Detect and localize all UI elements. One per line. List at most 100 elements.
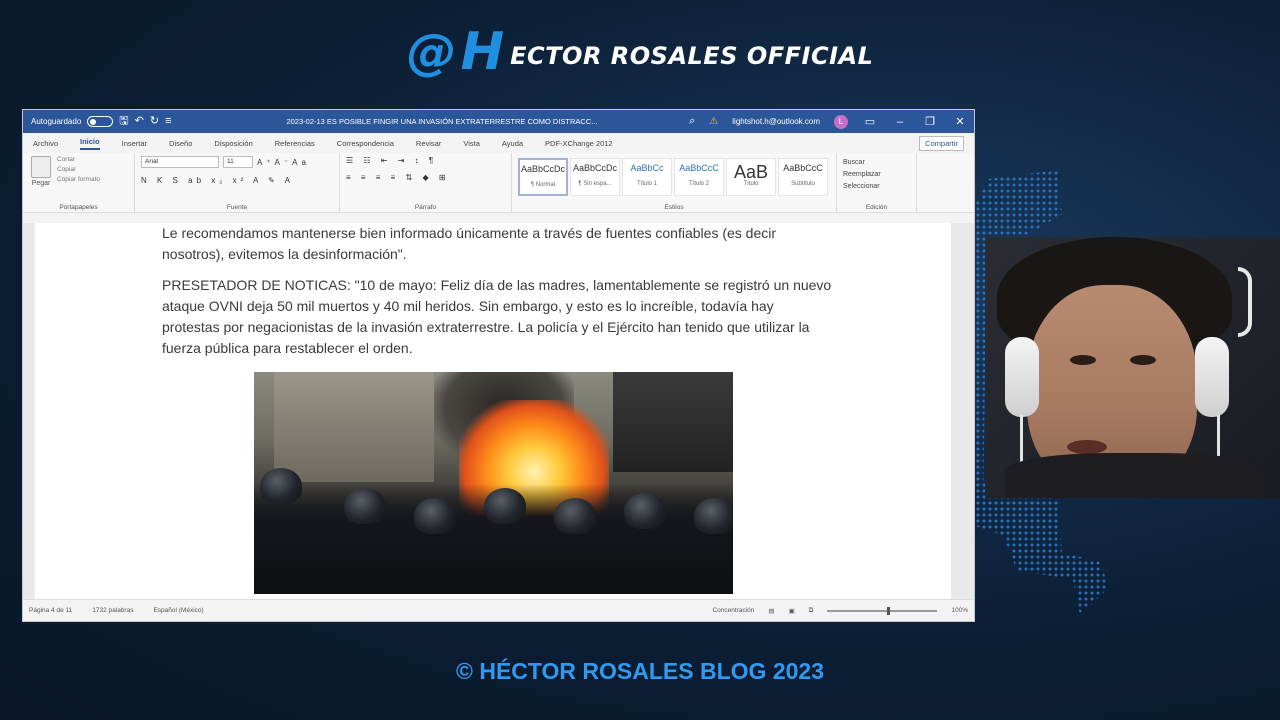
tab-pdf-xchange[interactable]: PDF-XChange 2012 <box>545 139 613 148</box>
tab-revisar[interactable]: Revisar <box>416 139 441 148</box>
find-button[interactable]: Buscar <box>843 159 910 166</box>
zoom-level[interactable]: 100% <box>951 607 968 614</box>
editing-group-label: Edición <box>865 204 888 211</box>
style-no-spacing[interactable]: AaBbCcDc ¶ Sin espa... <box>570 158 620 196</box>
font-group-label: Fuente <box>226 204 248 211</box>
tab-correspondencia[interactable]: Correspondencia <box>337 139 394 148</box>
align-buttons-icon[interactable]: ≡ ≡ ≡ ≡ ⇅ ◆ ⊞ <box>346 173 505 182</box>
ribbon-tabs: Archivo Inicio Insertar Diseño Disposici… <box>23 133 974 153</box>
style-sample: AaBbCcC <box>679 163 719 173</box>
headphone-left-icon <box>1005 337 1039 417</box>
presenter-mouth <box>1067 440 1107 454</box>
style-sample: AaBbCcDc <box>572 163 617 173</box>
helmet-icon <box>694 498 733 534</box>
document-area[interactable]: Le recomendamos mantenerse bien informad… <box>23 223 974 599</box>
paste-label: Pegar <box>31 180 51 187</box>
tab-referencias[interactable]: Referencias <box>275 139 315 148</box>
style-heading-2[interactable]: AaBbCcC Título 2 <box>674 158 724 196</box>
document-paragraph-1[interactable]: Le recomendamos mantenerse bien informad… <box>162 223 832 265</box>
style-normal[interactable]: AaBbCcDc ¶ Normal <box>518 158 568 196</box>
font-group: Arial 11 A⁺A⁻Aa N K S ab x₂ x² A ✎ A Fue… <box>135 153 340 212</box>
page-count[interactable]: Página 4 de 11 <box>29 607 72 614</box>
redo-icon[interactable]: ↻ <box>150 116 159 127</box>
helmet-icon <box>344 488 386 524</box>
focus-mode-button[interactable]: Concentración <box>712 607 754 614</box>
photo-building <box>274 372 434 482</box>
style-sample: AaB <box>733 162 769 182</box>
font-format-buttons-icon[interactable]: N K S ab x₂ x² A ✎ A <box>141 176 333 185</box>
style-heading-1[interactable]: AaBbCc Título 1 <box>622 158 672 196</box>
word-count[interactable]: 1732 palabras <box>92 607 133 614</box>
style-title[interactable]: AaB Título <box>726 158 776 196</box>
close-button[interactable]: ✕ <box>952 115 968 128</box>
status-bar: Página 4 de 11 1732 palabras Español (Mé… <box>23 599 974 621</box>
photo-building-right <box>613 372 733 472</box>
read-mode-icon[interactable]: ▤ <box>768 607 774 615</box>
style-name: ¶ Sin espa... <box>578 181 612 187</box>
helmet-icon <box>554 498 596 534</box>
styles-group: AaBbCcDc ¶ Normal AaBbCcDc ¶ Sin espa...… <box>512 153 837 212</box>
tab-disposicion[interactable]: Disposición <box>214 139 252 148</box>
helmet-icon <box>260 468 302 504</box>
save-icon[interactable]: 🖫 <box>119 116 128 127</box>
tab-archivo[interactable]: Archivo <box>33 139 58 148</box>
minimize-button[interactable]: – <box>892 116 908 128</box>
clipboard-group: Pegar Cortar Copiar Copiar formato Porta… <box>23 153 135 212</box>
tab-ayuda[interactable]: Ayuda <box>502 139 523 148</box>
style-name: Título 1 <box>636 181 657 187</box>
replace-button[interactable]: Reemplazar <box>843 171 910 178</box>
account-email[interactable]: lightshot.h@outlook.com <box>732 117 820 126</box>
riot-photo[interactable] <box>254 372 733 594</box>
customize-qat-icon[interactable]: ≡ <box>165 116 171 127</box>
channel-banner: @ H ECTOR ROSALES OFFICIAL <box>0 22 1280 82</box>
autosave-label: Autoguardado <box>31 117 82 126</box>
webcam-feed <box>985 237 1280 498</box>
language-status[interactable]: Español (México) <box>153 607 203 614</box>
style-subtitle[interactable]: AaBbCcC Subtítulo <box>778 158 828 196</box>
style-sample: AaBbCcDc <box>520 164 565 174</box>
helmet-icon <box>414 498 456 534</box>
font-size-select[interactable]: 11 <box>223 156 253 168</box>
warning-icon: ⚠ <box>709 116 719 127</box>
select-button[interactable]: Seleccionar <box>843 183 910 190</box>
search-icon[interactable]: ⌕ <box>689 116 695 127</box>
share-button[interactable]: Compartir <box>919 136 964 151</box>
web-layout-icon[interactable]: ⧉ <box>809 607 814 615</box>
styles-group-label: Estilos <box>664 204 684 211</box>
clipboard-group-label: Portapapeles <box>59 204 98 211</box>
style-sample: AaBbCc <box>630 163 664 173</box>
banner-h-letter: H <box>460 22 505 82</box>
ribbon: Pegar Cortar Copiar Copiar formato Porta… <box>23 153 974 213</box>
print-layout-icon[interactable]: ▣ <box>789 607 795 615</box>
tab-vista[interactable]: Vista <box>463 139 480 148</box>
banner-title: ECTOR ROSALES OFFICIAL <box>510 42 874 70</box>
avatar[interactable]: L <box>834 114 848 129</box>
style-name: Subtítulo <box>791 181 815 187</box>
font-name-select[interactable]: Arial <box>141 156 219 168</box>
font-size-buttons-icon[interactable]: A⁺A⁻Aa <box>257 158 310 167</box>
restore-button[interactable]: ❐ <box>922 115 938 128</box>
zoom-slider[interactable] <box>827 606 938 615</box>
helmet-icon <box>624 493 666 529</box>
tab-diseno[interactable]: Diseño <box>169 139 192 148</box>
tab-insertar[interactable]: Insertar <box>122 139 147 148</box>
footer-copyright: © HÉCTOR ROSALES BLOG 2023 <box>456 658 824 684</box>
word-window: Autoguardado 🖫 ↶ ↻ ≡ 2023-02-13 ES POSIB… <box>22 109 975 622</box>
ribbon-display-icon[interactable]: ▭ <box>862 115 878 128</box>
document-paragraph-2[interactable]: PRESETADOR DE NOTICAS: "10 de mayo: Feli… <box>162 275 832 359</box>
title-bar: Autoguardado 🖫 ↶ ↻ ≡ 2023-02-13 ES POSIB… <box>23 110 974 133</box>
paragraph-group-label: Párrafo <box>414 204 437 211</box>
undo-icon[interactable]: ↶ <box>135 116 144 127</box>
list-buttons-icon[interactable]: ☰ ☷ ⇤ ⇥ ↕ ¶ <box>346 156 505 165</box>
paste-button[interactable]: Pegar <box>29 156 53 187</box>
style-name: Título 2 <box>688 181 709 187</box>
paragraph-group: ☰ ☷ ⇤ ⇥ ↕ ¶ ≡ ≡ ≡ ≡ ⇅ ◆ ⊞ Párrafo <box>340 153 512 212</box>
style-sample: AaBbCcC <box>783 163 823 173</box>
style-name: ¶ Normal <box>530 182 556 188</box>
presenter-shirt <box>1005 453 1265 498</box>
autosave-toggle[interactable] <box>87 116 114 127</box>
banner-at-symbol: @ <box>406 23 457 81</box>
tab-inicio[interactable]: Inicio <box>80 137 100 150</box>
document-page[interactable]: Le recomendamos mantenerse bien informad… <box>35 223 951 599</box>
presenter-eye <box>1130 355 1156 365</box>
